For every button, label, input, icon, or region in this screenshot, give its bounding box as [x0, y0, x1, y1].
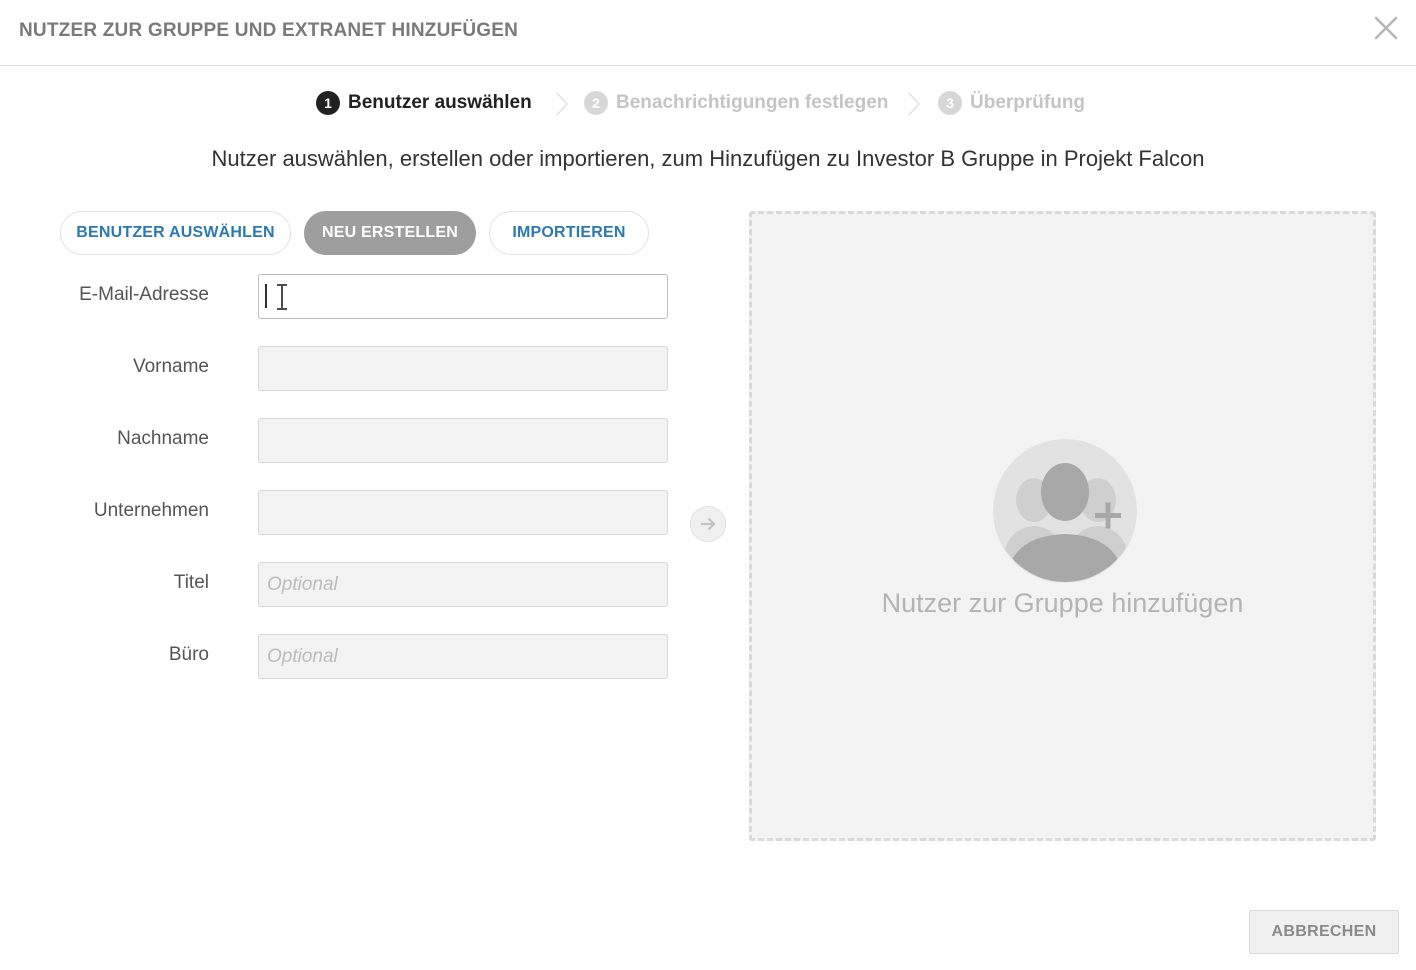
close-button[interactable] [1372, 14, 1400, 42]
step-number: 1 [316, 91, 340, 115]
last-name-label: Nachname [117, 428, 209, 449]
email-field[interactable] [258, 274, 668, 319]
arrow-right-icon[interactable] [699, 515, 717, 533]
tab-create-new[interactable]: NEU ERSTELLEN [304, 211, 476, 255]
add-to-group-button[interactable] [690, 506, 726, 542]
email-label: E-Mail-Adresse [79, 284, 209, 305]
group-members-dropzone[interactable]: Nutzer zur Gruppe hinzufügen [749, 211, 1376, 841]
wizard-steps: 1 Benutzer auswählen 2 Benachrichtigunge… [0, 88, 1416, 118]
step-select-users: 1 Benutzer auswählen [316, 88, 532, 118]
tab-import[interactable]: IMPORTIEREN [489, 211, 649, 255]
step-number: 2 [584, 91, 608, 115]
close-icon[interactable] [1372, 14, 1400, 42]
last-name-field[interactable] [258, 418, 668, 463]
step-label: Benutzer auswählen [348, 92, 532, 113]
tab-select-users[interactable]: BENUTZER AUSWÄHLEN [60, 211, 291, 255]
title-field[interactable] [258, 562, 668, 607]
title-label: Titel [173, 572, 209, 593]
step-label: Überprüfung [970, 92, 1086, 113]
company-field[interactable] [258, 490, 668, 535]
dialog-title: NUTZER ZUR GRUPPE UND EXTRANET HINZUFÜGE… [19, 20, 519, 41]
first-name-field[interactable] [258, 346, 668, 391]
instruction-text: Nutzer auswählen, erstellen oder importi… [211, 146, 1205, 171]
office-label: Büro [168, 644, 209, 665]
step-notifications: 2 Benachrichtigungen festlegen [584, 88, 888, 118]
chevron-right-icon [556, 92, 569, 116]
first-name-label: Vorname [132, 356, 209, 377]
step-review: 3 Überprüfung [938, 88, 1085, 118]
step-number: 3 [938, 91, 962, 115]
company-label: Unternehmen [93, 500, 209, 521]
add-users-icon [993, 439, 1137, 583]
office-field[interactable] [258, 634, 668, 679]
chevron-right-icon [908, 92, 921, 116]
cancel-button[interactable]: ABBRECHEN [1249, 910, 1399, 954]
text-caret [265, 284, 267, 308]
dropzone-text: Nutzer zur Gruppe hinzufügen [881, 588, 1244, 618]
dialog-header: NUTZER ZUR GRUPPE UND EXTRANET HINZUFÜGE… [0, 0, 1416, 66]
step-label: Benachrichtigungen festlegen [616, 92, 889, 113]
